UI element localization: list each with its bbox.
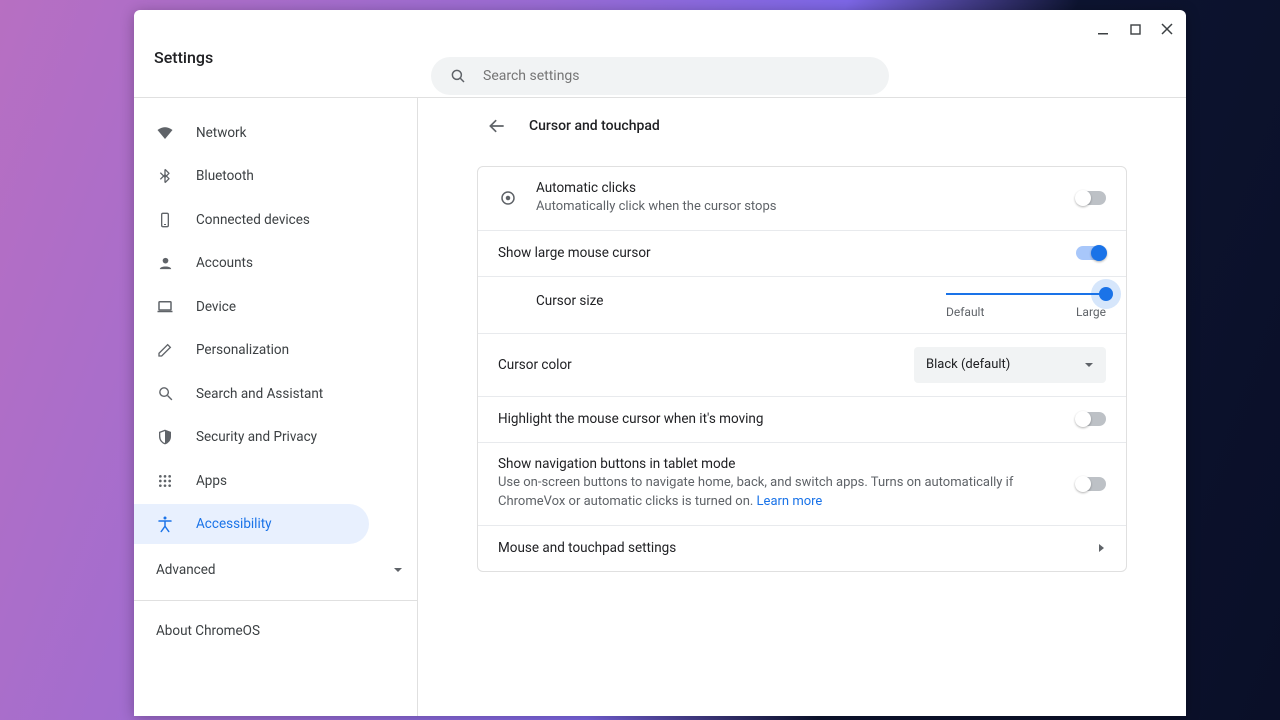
slider-left-label: Default (946, 305, 984, 319)
search-icon (156, 385, 174, 403)
section-header: Cursor and touchpad (477, 98, 1127, 154)
app-title: Settings (154, 48, 213, 67)
sidebar-item-accessibility[interactable]: Accessibility (134, 504, 369, 544)
highlight-label: Highlight the mouse cursor when it's mov… (498, 411, 1076, 427)
page-title: Cursor and touchpad (529, 118, 660, 134)
row-tablet-nav: Show navigation buttons in tablet mode U… (478, 442, 1126, 525)
pencil-icon (156, 341, 174, 359)
large-cursor-toggle[interactable] (1076, 246, 1106, 260)
search-input[interactable] (483, 68, 871, 84)
tablet-sub: Use on-screen buttons to navigate home, … (498, 474, 1060, 512)
cursor-size-label: Cursor size (536, 293, 926, 309)
sidebar-item-apps[interactable]: Apps (134, 461, 369, 501)
shield-icon (156, 428, 174, 446)
slider-thumb[interactable] (1099, 287, 1113, 301)
autoclick-toggle[interactable] (1076, 191, 1106, 205)
sidebar-advanced[interactable]: Advanced (134, 550, 417, 590)
close-button[interactable] (1160, 22, 1174, 36)
settings-panel: Cursor and touchpad Automatic clicks Aut… (477, 98, 1127, 716)
minimize-button[interactable] (1096, 22, 1110, 36)
sidebar-divider (134, 600, 417, 601)
phone-icon (156, 211, 174, 229)
row-highlight: Highlight the mouse cursor when it's mov… (478, 396, 1126, 442)
sidebar-item-label: Apps (196, 473, 227, 489)
sidebar-item-accounts[interactable]: Accounts (134, 243, 369, 283)
chevron-down-icon (393, 565, 403, 575)
cursor-size-slider-wrap: Default Large (926, 283, 1106, 319)
sidebar-item-bluetooth[interactable]: Bluetooth (134, 156, 369, 196)
sidebar-item-label: Security and Privacy (196, 429, 317, 445)
sidebar-item-label: Accessibility (196, 516, 272, 532)
tablet-nav-toggle[interactable] (1076, 477, 1106, 491)
bluetooth-icon (156, 167, 174, 185)
sidebar-item-label: Device (196, 299, 236, 315)
sidebar-item-network[interactable]: Network (134, 113, 369, 153)
chevron-right-icon (1098, 543, 1106, 553)
sidebar-item-label: Bluetooth (196, 168, 254, 184)
row-large-cursor: Show large mouse cursor (478, 230, 1126, 276)
cursor-size-slider[interactable] (946, 293, 1106, 295)
sidebar-item-personalization[interactable]: Personalization (134, 330, 369, 370)
target-icon (498, 189, 518, 207)
accessibility-icon (156, 515, 174, 533)
mouse-settings-label: Mouse and touchpad settings (498, 540, 1098, 556)
sidebar-item-device[interactable]: Device (134, 287, 369, 327)
settings-card: Automatic clicks Automatically click whe… (477, 166, 1127, 572)
sidebar-item-label: Accounts (196, 255, 253, 271)
tablet-title: Show navigation buttons in tablet mode (498, 456, 1060, 472)
body: Network Bluetooth Connected devices Acco… (134, 98, 1186, 716)
autoclick-sub: Automatically click when the cursor stop… (536, 198, 1076, 217)
window-titlebar (134, 10, 1186, 48)
about-label: About ChromeOS (156, 623, 260, 639)
sidebar-item-label: Personalization (196, 342, 289, 358)
large-cursor-label: Show large mouse cursor (498, 245, 1076, 261)
laptop-icon (156, 298, 174, 316)
sidebar-item-label: Search and Assistant (196, 386, 323, 402)
back-button[interactable] (483, 112, 511, 140)
sidebar: Network Bluetooth Connected devices Acco… (134, 98, 418, 716)
wifi-icon (156, 124, 174, 142)
cursor-color-dropdown[interactable]: Black (default) (914, 347, 1106, 383)
row-cursor-size: Cursor size Default Large (478, 276, 1126, 333)
apps-icon (156, 472, 174, 490)
search-bar[interactable] (431, 57, 889, 95)
search-icon (449, 67, 467, 85)
chevron-down-icon (1084, 360, 1094, 370)
sidebar-item-security[interactable]: Security and Privacy (134, 417, 369, 457)
sidebar-about[interactable]: About ChromeOS (134, 611, 417, 651)
maximize-button[interactable] (1128, 22, 1142, 36)
cursor-color-label: Cursor color (498, 357, 914, 373)
main-area: Cursor and touchpad Automatic clicks Aut… (418, 98, 1186, 716)
sidebar-item-label: Network (196, 125, 246, 141)
row-autoclick: Automatic clicks Automatically click whe… (478, 167, 1126, 230)
settings-window: Settings Network Bluetooth Connected dev… (134, 10, 1186, 716)
row-cursor-color: Cursor color Black (default) (478, 333, 1126, 396)
advanced-label: Advanced (156, 562, 216, 578)
slider-labels: Default Large (946, 305, 1106, 319)
highlight-toggle[interactable] (1076, 412, 1106, 426)
sidebar-item-label: Connected devices (196, 212, 310, 228)
row-mouse-settings[interactable]: Mouse and touchpad settings (478, 525, 1126, 571)
autoclick-title: Automatic clicks (536, 180, 1076, 196)
sidebar-item-search[interactable]: Search and Assistant (134, 374, 369, 414)
learn-more-link[interactable]: Learn more (757, 494, 823, 509)
person-icon (156, 254, 174, 272)
cursor-color-value: Black (default) (926, 357, 1010, 372)
sidebar-item-connected[interactable]: Connected devices (134, 200, 369, 240)
